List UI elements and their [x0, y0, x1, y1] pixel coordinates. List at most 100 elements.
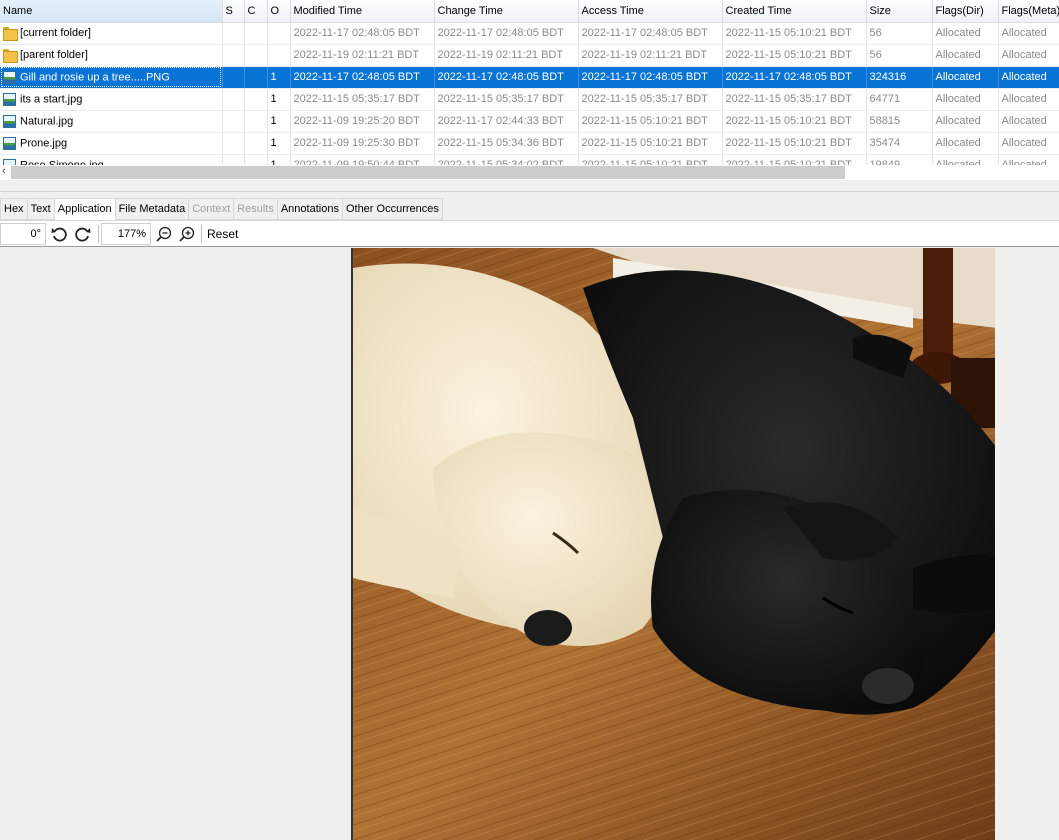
o-cell: [267, 44, 291, 67]
name-cell: its a start.jpg: [0, 88, 223, 111]
modified-time-cell: 2022-11-19 02:11:21 BDT: [290, 44, 435, 67]
table-row[interactable]: Prone.jpg 1 2022-11-09 19:25:30 BDT 2022-11…: [0, 132, 1059, 155]
s-cell: [222, 88, 245, 111]
image-toolbar: 0° 177% Reset: [0, 221, 1059, 247]
flags-meta-cell: Allocated: [998, 110, 1059, 133]
c-cell: [244, 154, 268, 165]
column-header-access-time[interactable]: Access Time: [578, 0, 723, 23]
zoom-field[interactable]: 177%: [101, 223, 151, 245]
table-row[interactable]: [parent folder] 2022-11-19 02:11:21 BDT 20…: [0, 44, 1059, 67]
image-file-icon: [3, 92, 16, 106]
scrollbar-thumb[interactable]: [11, 166, 845, 179]
tab-application[interactable]: Application: [54, 198, 116, 220]
o-cell: [267, 22, 291, 45]
o-cell: 1: [267, 110, 291, 133]
modified-time-cell: 2022-11-09 19:25:30 BDT: [290, 132, 435, 155]
size-cell: 56: [866, 44, 933, 67]
created-time-cell: 2022-11-15 05:10:21 BDT: [722, 22, 867, 45]
change-time-cell: 2022-11-17 02:48:05 BDT: [434, 22, 579, 45]
c-cell: [244, 22, 268, 45]
created-time-cell: 2022-11-15 05:10:21 BDT: [722, 154, 867, 165]
flags-meta-cell: Allocated: [998, 44, 1059, 67]
rotate-left-icon[interactable]: [48, 223, 70, 245]
o-cell: 1: [267, 132, 291, 155]
column-header-c[interactable]: C: [244, 0, 268, 23]
table-row[interactable]: [current folder] 2022-11-17 02:48:05 BDT 2…: [0, 22, 1059, 45]
s-cell: [222, 110, 245, 133]
column-header-flags-meta[interactable]: Flags(Meta): [998, 0, 1059, 23]
tab-other-occurrences[interactable]: Other Occurrences: [342, 198, 443, 220]
folder-icon: [3, 49, 18, 64]
created-time-cell: 2022-11-17 02:48:05 BDT: [722, 66, 867, 89]
change-time-cell: 2022-11-15 05:35:17 BDT: [434, 88, 579, 111]
file-name: Gill and rosie up a tree.....PNG: [20, 70, 170, 83]
column-header-o[interactable]: O: [267, 0, 291, 23]
tab-context: Context: [189, 198, 235, 220]
modified-time-cell: 2022-11-09 19:25:20 BDT: [290, 110, 435, 133]
o-cell: 1: [267, 88, 291, 111]
c-cell: [244, 44, 268, 67]
flags-dir-cell: Allocated: [932, 66, 999, 89]
column-header-flags-dir[interactable]: Flags(Dir): [932, 0, 999, 23]
size-cell: 35474: [866, 132, 933, 155]
c-cell: [244, 66, 268, 89]
table-row[interactable]: its a start.jpg 1 2022-11-15 05:35:17 BDT 2…: [0, 88, 1059, 111]
toolbar-separator: [201, 225, 202, 243]
zoom-in-icon[interactable]: [176, 223, 198, 245]
flags-dir-cell: Allocated: [932, 22, 999, 45]
horizontal-scrollbar[interactable]: ‹: [0, 165, 1059, 180]
image-file-icon: [3, 70, 16, 84]
access-time-cell: 2022-11-19 02:11:21 BDT: [578, 44, 723, 67]
rotation-field[interactable]: 0°: [0, 223, 46, 245]
table-row[interactable]: Gill and rosie up a tree.....PNG 1 2022-11…: [0, 66, 1059, 89]
image-file-icon: [3, 114, 16, 128]
change-time-cell: 2022-11-15 05:34:02 BDT: [434, 154, 579, 165]
size-cell: 324316: [866, 66, 933, 89]
name-cell: [current folder]: [0, 22, 223, 45]
created-time-cell: 2022-11-15 05:10:21 BDT: [722, 110, 867, 133]
table-header-row: Name S C O Modified Time Change Time Acc…: [0, 0, 1059, 23]
flags-dir-cell: Allocated: [932, 132, 999, 155]
column-header-created-time[interactable]: Created Time: [722, 0, 867, 23]
c-cell: [244, 88, 268, 111]
s-cell: [222, 44, 245, 67]
table-row[interactable]: Natural.jpg 1 2022-11-09 19:25:20 BDT 2022-…: [0, 110, 1059, 133]
zoom-out-icon[interactable]: [153, 223, 175, 245]
column-header-name[interactable]: Name: [0, 0, 223, 23]
rotate-right-icon[interactable]: [72, 223, 94, 245]
column-header-s[interactable]: S: [222, 0, 245, 23]
tab-text[interactable]: Text: [27, 198, 55, 220]
flags-meta-cell: Allocated: [998, 132, 1059, 155]
flags-meta-cell: Allocated: [998, 154, 1059, 165]
scroll-left-icon[interactable]: ‹: [2, 165, 6, 177]
modified-time-cell: 2022-11-15 05:35:17 BDT: [290, 88, 435, 111]
access-time-cell: 2022-11-17 02:48:05 BDT: [578, 22, 723, 45]
change-time-cell: 2022-11-17 02:44:33 BDT: [434, 110, 579, 133]
tab-hex[interactable]: Hex: [0, 198, 28, 220]
dog-photo-image: [351, 248, 995, 840]
file-name: Natural.jpg: [20, 114, 74, 127]
change-time-cell: 2022-11-17 02:48:05 BDT: [434, 66, 579, 89]
flags-meta-cell: Allocated: [998, 66, 1059, 89]
change-time-cell: 2022-11-19 02:11:21 BDT: [434, 44, 579, 67]
s-cell: [222, 132, 245, 155]
access-time-cell: 2022-11-15 05:10:21 BDT: [578, 110, 723, 133]
o-cell: 1: [267, 66, 291, 89]
table-row[interactable]: Rose Simone.jpg 1 2022-11-09 19:50:44 BDT 2…: [0, 154, 1059, 165]
access-time-cell: 2022-11-15 05:35:17 BDT: [578, 88, 723, 111]
file-name: [current folder]: [20, 26, 91, 39]
flags-dir-cell: Allocated: [932, 44, 999, 67]
o-cell: 1: [267, 154, 291, 165]
tab-annotations[interactable]: Annotations: [277, 198, 343, 220]
flags-meta-cell: Allocated: [998, 22, 1059, 45]
image-file-icon: [3, 136, 16, 150]
flags-dir-cell: Allocated: [932, 110, 999, 133]
reset-button[interactable]: Reset: [207, 227, 238, 241]
file-name: its a start.jpg: [20, 92, 83, 105]
column-header-size[interactable]: Size: [866, 0, 933, 23]
size-cell: 56: [866, 22, 933, 45]
tab-file-metadata[interactable]: File Metadata: [115, 198, 190, 220]
pane-splitter[interactable]: [0, 191, 1059, 192]
column-header-change-time[interactable]: Change Time: [434, 0, 579, 23]
column-header-modified-time[interactable]: Modified Time: [290, 0, 435, 23]
